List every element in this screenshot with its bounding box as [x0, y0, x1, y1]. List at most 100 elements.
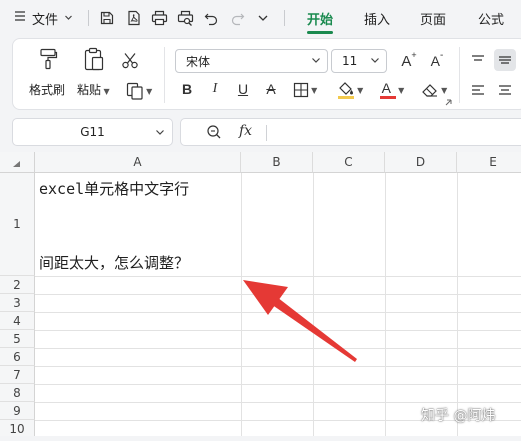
redo-icon[interactable]: [230, 0, 245, 36]
undo-icon[interactable]: [204, 0, 219, 36]
divider: [266, 125, 267, 141]
print-icon[interactable]: [151, 0, 168, 36]
align-center-button[interactable]: [496, 81, 514, 99]
name-box[interactable]: G11: [12, 118, 173, 146]
cut-icon[interactable]: [119, 51, 141, 71]
gridline: [35, 294, 521, 295]
file-menu[interactable]: 文件: [14, 0, 73, 36]
grow-font-button[interactable]: A +: [398, 50, 420, 72]
active-tab-indicator: [307, 31, 333, 34]
ribbon-area: 格式刷 粘贴 ▼ ▼ 宋体 11 A + A - B I U A ▼ ▼ A ▼…: [0, 36, 521, 112]
cell-a1-line-2[interactable]: 间距太大，怎么调整？: [39, 252, 189, 273]
format-painter-icon[interactable]: [36, 47, 60, 71]
underline-button[interactable]: U: [234, 79, 252, 99]
watermark: 知乎 @阿炜: [421, 408, 496, 424]
formula-bar-area: G11 fx: [0, 112, 521, 152]
font-size-value: 11: [342, 54, 358, 68]
borders-button[interactable]: ▼: [287, 80, 323, 100]
chevron-down-icon: [156, 130, 164, 135]
more-chevron-icon[interactable]: [257, 0, 269, 36]
divider: [164, 47, 165, 103]
row-header-9[interactable]: 9: [0, 402, 35, 420]
paste-icon[interactable]: [81, 46, 107, 72]
grow-font-glyph: A: [401, 52, 412, 70]
hamburger-icon: [14, 10, 26, 26]
chevron-down-icon: [312, 58, 320, 63]
fill-color-button[interactable]: ▼: [331, 79, 369, 101]
insert-function-button[interactable]: fx: [239, 123, 252, 139]
font-color-button[interactable]: A ▼: [373, 79, 411, 101]
tab-insert[interactable]: 插入: [364, 0, 390, 36]
save-icon[interactable]: [99, 0, 115, 36]
column-header-d[interactable]: D: [385, 152, 457, 173]
align-left-button[interactable]: [469, 81, 487, 99]
copy-button[interactable]: ▼: [119, 81, 159, 101]
gridline: [313, 173, 314, 441]
column-header-c[interactable]: C: [313, 152, 385, 173]
format-painter-label[interactable]: 格式刷: [29, 81, 65, 98]
row-header-2[interactable]: 2: [0, 276, 35, 294]
align-center-icon: [499, 85, 511, 95]
align-left-icon: [472, 85, 484, 95]
row-header-1[interactable]: 1: [0, 173, 35, 276]
font-name-select[interactable]: 宋体: [175, 49, 328, 73]
font-size-select[interactable]: 11: [331, 49, 387, 73]
tab-formula[interactable]: 公式: [478, 0, 504, 36]
gridline: [385, 173, 386, 441]
chevron-down-icon: ▼: [354, 85, 364, 95]
gridline: [35, 312, 521, 313]
shrink-font-glyph: A: [430, 53, 440, 69]
divider: [284, 10, 285, 26]
fill-bucket-icon: [337, 82, 354, 99]
chevron-down-icon: ▼: [101, 87, 110, 96]
strikethrough-button[interactable]: A: [262, 79, 280, 99]
row-header-3[interactable]: 3: [0, 294, 35, 312]
shrink-font-button[interactable]: A-: [426, 50, 448, 72]
borders-icon: [293, 82, 308, 98]
gridline: [457, 173, 458, 441]
sheet-tab-bar: [0, 436, 521, 441]
gridline: [35, 330, 521, 331]
gridline: [35, 276, 521, 277]
gridline: [35, 366, 521, 367]
align-middle-button[interactable]: [494, 49, 516, 71]
font-color-swatch: [379, 96, 396, 99]
row-header-7[interactable]: 7: [0, 366, 35, 384]
minus-icon: -: [440, 49, 444, 61]
row-header-4[interactable]: 4: [0, 312, 35, 330]
italic-button[interactable]: I: [206, 79, 224, 99]
column-header-b[interactable]: B: [241, 152, 313, 173]
row-header-6[interactable]: 6: [0, 348, 35, 366]
gridline: [35, 384, 521, 385]
align-middle-icon: [499, 56, 511, 64]
spreadsheet-grid[interactable]: A B C D E 1 2 3 4 5 6 7 8 9 10 11 excel单…: [0, 152, 521, 441]
print-preview-icon[interactable]: [177, 0, 194, 36]
chevron-down-icon: ▼: [143, 86, 153, 96]
chevron-down-icon: ▼: [308, 85, 318, 95]
paste-label[interactable]: 粘贴 ▼: [77, 81, 110, 98]
column-header-a[interactable]: A: [35, 152, 241, 173]
formula-input[interactable]: fx: [180, 118, 521, 146]
menu-bar: 文件 开始 插入 页面 公式: [0, 0, 521, 36]
column-header-e[interactable]: E: [457, 152, 521, 173]
select-all-triangle-icon: [13, 161, 20, 167]
cell-a1-line-1[interactable]: excel单元格中文字行: [39, 178, 189, 199]
chevron-down-icon: [64, 11, 73, 26]
export-pdf-icon[interactable]: [126, 0, 142, 36]
row-header-5[interactable]: 5: [0, 330, 35, 348]
ribbon: 格式刷 粘贴 ▼ ▼ 宋体 11 A + A - B I U A ▼ ▼ A ▼…: [12, 38, 521, 110]
select-all-corner[interactable]: [0, 152, 35, 173]
font-color-icon: A: [379, 80, 396, 100]
divider: [88, 10, 89, 26]
zoom-search-icon[interactable]: [206, 124, 222, 143]
bold-button[interactable]: B: [178, 79, 196, 99]
font-dialog-launcher-icon[interactable]: [444, 98, 453, 107]
tab-page[interactable]: 页面: [420, 0, 446, 36]
align-top-button[interactable]: [469, 51, 487, 69]
row-header-8[interactable]: 8: [0, 384, 35, 402]
font-color-glyph: A: [381, 80, 391, 96]
font-name-value: 宋体: [186, 54, 211, 69]
file-menu-label: 文件: [32, 12, 59, 28]
chevron-down-icon: ▼: [395, 85, 405, 95]
paste-label-text: 粘贴: [77, 83, 102, 97]
